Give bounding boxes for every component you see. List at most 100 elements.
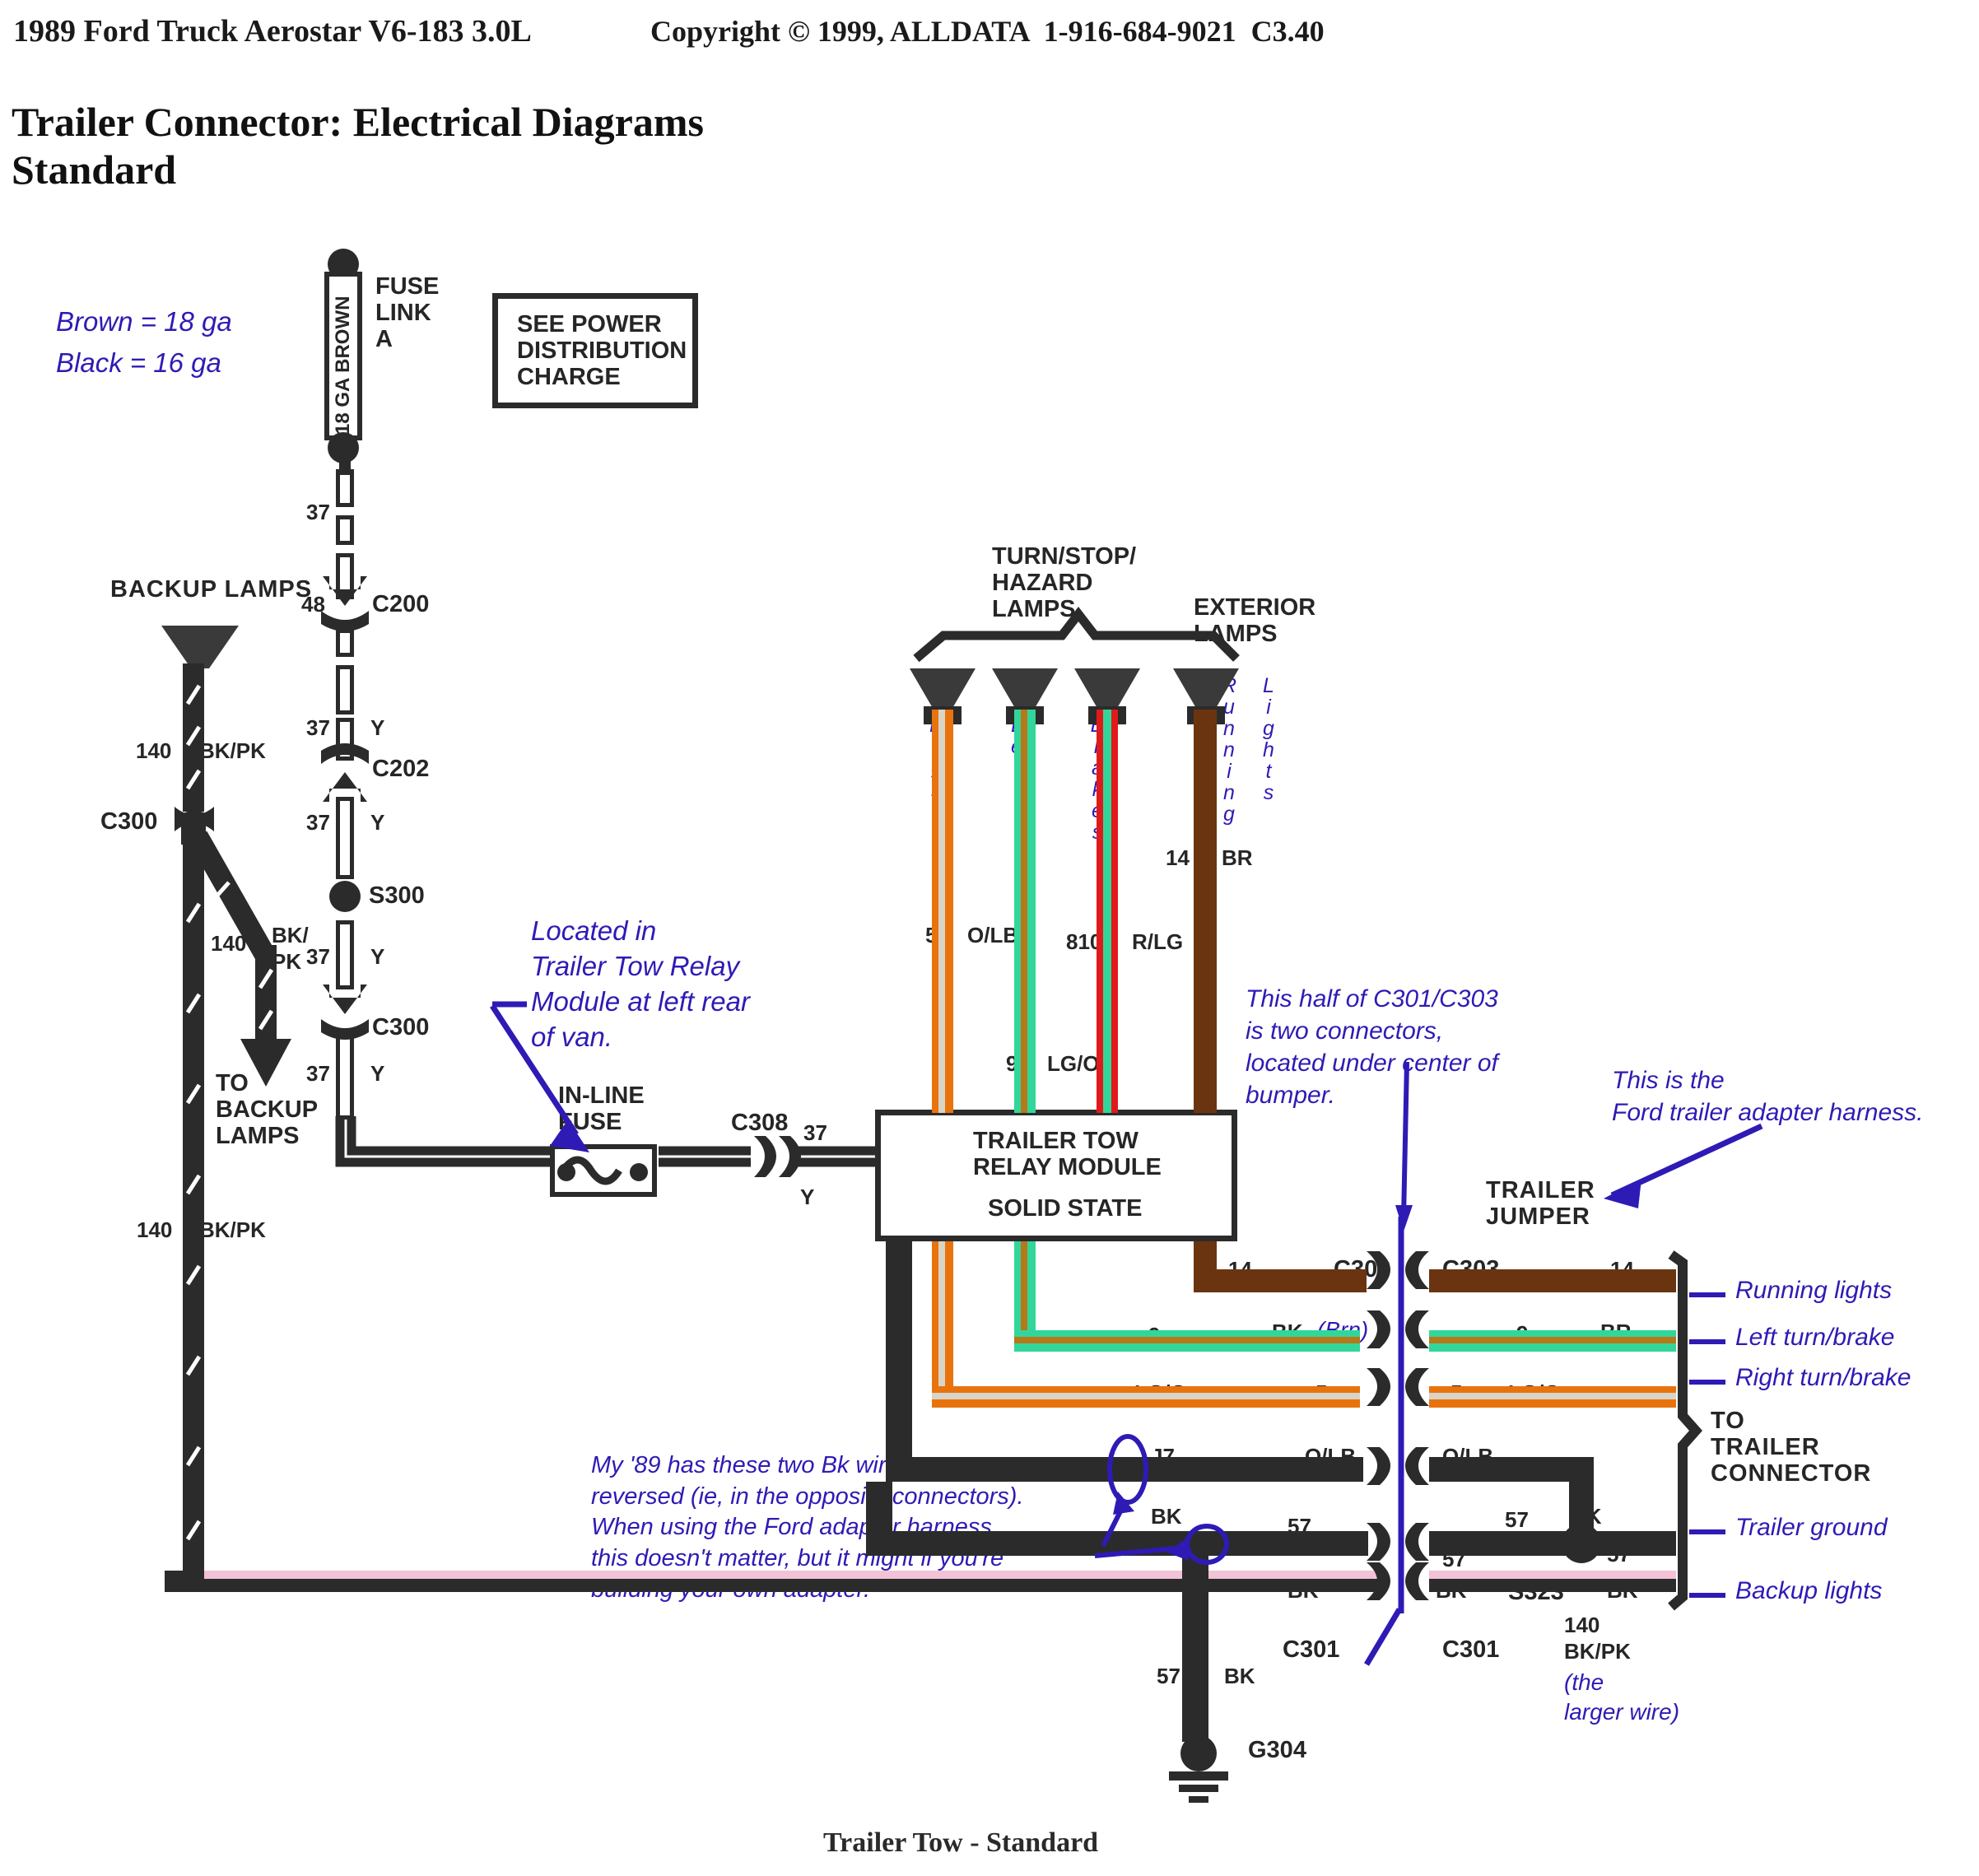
legend-item-running-lights: Running lights — [1735, 1277, 1893, 1304]
right-c303-circuit-9: 9 — [1516, 1321, 1529, 1346]
relay-module-line3: SOLID STATE — [988, 1195, 1143, 1222]
connector-c200-label: C200 — [372, 591, 430, 617]
right-wire-color: O/LB — [967, 923, 1019, 947]
relay-module-line2: RELAY MODULE — [973, 1154, 1162, 1180]
lamp-label-brakes: B r a k e s — [1090, 714, 1105, 844]
relay-module-line1: TRAILER TOW — [973, 1128, 1139, 1154]
legend-dash-right-turn — [1689, 1380, 1725, 1385]
wires-right-of-connector — [1429, 1269, 1676, 1592]
turn-stop-hazard-line3: LAMPS — [992, 596, 1076, 622]
feed-circuit-37d: 37 — [306, 944, 330, 969]
right-c303-color-br: BR — [1600, 1320, 1632, 1344]
feed-color-yc: Y — [370, 810, 385, 835]
ground-symbol-bar1 — [1169, 1771, 1228, 1781]
right-c301-name: C301 — [1442, 1636, 1500, 1663]
note-bk-reversed: My '89 has these two Bk wires reversed (… — [591, 1452, 1024, 1603]
backup-circuit-140c: 140 — [137, 1217, 173, 1242]
left-c303-name: C303 — [1334, 1256, 1391, 1282]
pin-segment-8 — [336, 920, 354, 989]
lamp-label-lights: L i g h t s — [1263, 674, 1274, 804]
left-c301-color-bk2: BK — [1288, 1578, 1319, 1603]
turn-stop-hazard-line1: TURN/STOP/ — [992, 543, 1137, 570]
fuse-link-gauge-label: 18 GA BROWN — [332, 296, 354, 435]
left-c303-circuit-5: 5 — [1315, 1380, 1328, 1405]
left-c303-j7: J7 — [1151, 1444, 1175, 1469]
feed-color-yb: Y — [370, 715, 385, 740]
gauge-legend-black: Black = 16 ga — [56, 347, 221, 378]
left-wire-circuit: 9 — [1006, 1051, 1018, 1076]
ground-name-g304: G304 — [1248, 1737, 1306, 1763]
left-c303-color-olb: O/LB — [1305, 1444, 1357, 1469]
brake-wire-circuit: 810 — [1066, 929, 1102, 954]
feed-color-yf: Y — [800, 1185, 815, 1209]
pin-segment-6 — [336, 718, 354, 761]
footer-caption: Trailer Tow - Standard — [823, 1827, 1099, 1858]
trailer-jumper-line1: TRAILER — [1486, 1177, 1595, 1203]
legend-dash-trailer-ground — [1689, 1529, 1725, 1534]
to-backup-lamps-2: BACKUP — [216, 1096, 319, 1123]
left-c303-color-brn: (Brn) — [1317, 1317, 1369, 1343]
backup-lamps-title: BACKUP LAMPS — [110, 576, 313, 603]
inline-fuse-label-2: FUSE — [558, 1109, 622, 1135]
feed-color-yd: Y — [370, 944, 385, 969]
legend-item-backup-lights: Backup lights — [1735, 1577, 1883, 1604]
backup-color-bkpk: BK/PK — [199, 738, 266, 763]
to-backup-lamps-1: TO — [216, 1070, 249, 1096]
connector-left-half — [1367, 1251, 1390, 1600]
left-c301-circuit-57: 57 — [1288, 1514, 1311, 1539]
to-trailer-connector-3: CONNECTOR — [1711, 1460, 1872, 1487]
feed-circuit-37f: 37 — [803, 1120, 827, 1145]
feed-circuit-37c: 37 — [306, 810, 330, 835]
wiring-diagram-page: 1989 Ford Truck Aerostar V6-183 3.0L Cop… — [0, 0, 1979, 1876]
fuse-link-name-1: FUSE — [375, 273, 440, 300]
left-c303-circuit-9: 9 — [1148, 1323, 1161, 1348]
inline-fuse-body — [550, 1144, 657, 1197]
backup-circuit-140: 140 — [136, 738, 172, 763]
right-c301-color-bk-left: BK — [1436, 1578, 1467, 1603]
inline-fuse-label-1: IN-LINE — [558, 1082, 645, 1109]
note-adapter-harness: This is the Ford trailer adapter harness… — [1612, 1067, 1924, 1126]
legend-dash-backup-lights — [1689, 1593, 1725, 1598]
fuse-link-name-3: A — [375, 326, 393, 352]
wire-bk-j7 — [886, 1241, 1363, 1482]
to-trailer-connector-2: TRAILER — [1711, 1434, 1820, 1460]
ground-color-bk: BK — [1224, 1664, 1255, 1688]
power-distribution-line1: SEE POWER — [517, 311, 662, 337]
backup-color-bkpk-c: BK/PK — [199, 1217, 266, 1242]
feed-circuit-37a: 37 — [306, 500, 330, 524]
legend-item-right-turn-brake: Right turn/brake — [1735, 1364, 1911, 1391]
connector-c308-label: C308 — [731, 1110, 789, 1136]
to-backup-lamps-3: LAMPS — [216, 1123, 300, 1149]
right-c301-circuit-57-left: 57 — [1442, 1547, 1466, 1571]
right-c303-color-lgo: LG/O — [1508, 1380, 1561, 1405]
feed-circuit-37e: 37 — [306, 1061, 330, 1086]
right-c301-color-bk-top: BK — [1571, 1504, 1602, 1529]
right-c303-circuit-14: 14 — [1610, 1257, 1634, 1282]
lamp-label-left: L e f t — [1011, 714, 1022, 801]
left-wire-color: LG/O — [1047, 1051, 1100, 1076]
fuse-link-bottom-node — [328, 432, 359, 463]
turn-stop-hazard-line2: HAZARD — [992, 570, 1093, 596]
to-trailer-connector-1: TO — [1711, 1408, 1745, 1434]
exterior-lamps-line1: EXTERIOR — [1194, 594, 1316, 621]
ground-node — [1180, 1735, 1217, 1771]
lamp-label-right: R i g h t — [929, 714, 945, 822]
right-c303-circuit-5: 5 — [1450, 1380, 1463, 1405]
ground-symbol-bar3 — [1189, 1796, 1208, 1803]
connector-c300-label-left: C300 — [100, 808, 158, 835]
note-larger-wire: (the larger wire) — [1564, 1669, 1680, 1725]
backup-circuit-140b: 140 — [211, 931, 247, 956]
splice-s323-label: S323 — [1508, 1579, 1564, 1605]
running-wire-circuit: 14 — [1166, 845, 1190, 870]
right-c301-circuit-57-right: 57 — [1607, 1542, 1631, 1566]
right-wire-circuit: 5 — [925, 923, 938, 947]
page-title-line2: Standard — [12, 147, 177, 193]
right-c301-color-bk-right: BK — [1607, 1578, 1638, 1603]
brake-wire-color: R/LG — [1132, 929, 1184, 954]
trailer-jumper-line2: JUMPER — [1486, 1203, 1590, 1230]
note-c301-c303: This half of C301/C303 is two connectors… — [1246, 985, 1498, 1109]
right-c301-circuit-140: 140 — [1564, 1613, 1600, 1637]
left-c303-color-lgo: LG/O — [1134, 1380, 1187, 1405]
fuse-link-name-2: LINK — [375, 300, 431, 326]
pin-segment-3 — [336, 553, 354, 599]
